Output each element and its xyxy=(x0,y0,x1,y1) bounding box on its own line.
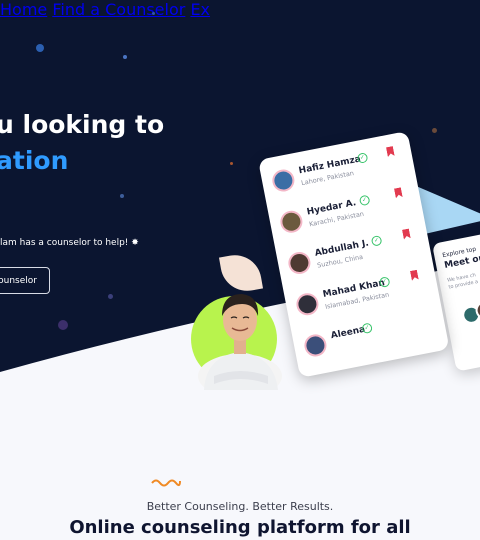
verified-icon: ✓ xyxy=(370,234,383,247)
counselor-name: Aleena xyxy=(330,324,367,342)
counselor-photo xyxy=(198,294,282,390)
bookmark-icon[interactable] xyxy=(410,270,419,281)
avatar xyxy=(270,167,297,194)
explore-card-body: We have ch to provide a xyxy=(447,272,479,291)
bookmark-icon[interactable] xyxy=(402,228,411,239)
section-title: Online counseling platform for all xyxy=(69,517,411,538)
bookmark-icon[interactable] xyxy=(394,187,403,198)
section-tagline: Better Counseling. Better Results. xyxy=(146,500,334,513)
avatar xyxy=(302,332,329,359)
squiggle-divider-icon xyxy=(151,479,181,487)
avatar xyxy=(286,250,313,276)
hero-section: Home Find a Counselor Ex u looking to at… xyxy=(0,0,480,400)
verified-icon: ✓ xyxy=(358,194,371,207)
bookmark-icon[interactable] xyxy=(386,146,395,157)
avatar xyxy=(294,291,321,318)
avatar xyxy=(278,208,305,235)
